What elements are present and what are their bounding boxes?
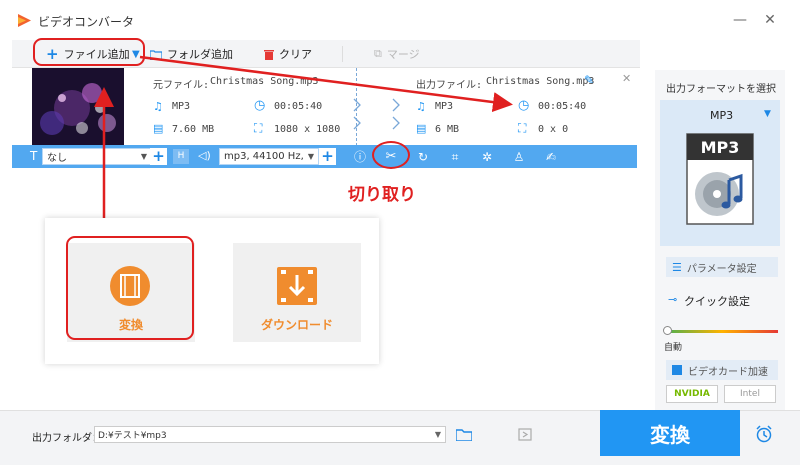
merge-label: マージ (386, 48, 420, 61)
quick-settings-icon: ⊸ (668, 293, 678, 306)
nvidia-badge: NVIDIA (666, 385, 718, 403)
alarm-clock-icon[interactable] (755, 425, 773, 443)
close-button[interactable]: ✕ (762, 12, 778, 28)
info-icon[interactable]: ⓘ (352, 149, 368, 165)
subtitle-dropdown-icon: ▼ (140, 152, 147, 161)
audio-track-select[interactable]: mp3, 44100 Hz, ▼ (219, 148, 319, 165)
add-folder-label: フォルダ追加 (167, 48, 233, 61)
source-format: MP3 (172, 101, 191, 112)
output-audio-format-icon: ♫ (416, 100, 426, 113)
minimize-button[interactable]: — (732, 12, 748, 28)
output-resolution-icon: ⛶ (518, 121, 527, 135)
source-resolution: 1080 x 1080 (274, 124, 341, 135)
scissors-highlight (372, 141, 410, 169)
output-format-selector[interactable]: MP3 ▼ MP3 (660, 100, 780, 246)
convert-button-label: 変換 (650, 422, 690, 447)
subtitle-icon: T (30, 149, 38, 163)
download-tile[interactable]: ダウンロード (233, 243, 361, 342)
arrow-right-icon (353, 98, 361, 130)
output-folder-label: 出力フォルダ： (32, 433, 102, 444)
audio-format-icon: ♫ (153, 100, 163, 113)
open-output-icon[interactable] (518, 428, 532, 441)
add-audio-button[interactable]: + (319, 148, 336, 165)
resolution-icon: ⛶ (254, 121, 263, 135)
download-tile-label: ダウンロード (260, 318, 333, 332)
subtitle-edit-icon[interactable]: ✍ (543, 149, 559, 165)
quick-settings-slider-thumb[interactable] (663, 326, 672, 335)
folder-dropdown-icon: ▼ (434, 430, 441, 439)
output-resolution: 0 x 0 (538, 124, 569, 135)
gpu-accel-label: ビデオカード加速 (688, 366, 768, 378)
gpu-chip-icon (672, 365, 682, 375)
clear-label: クリア (279, 48, 312, 61)
title-bar: ビデオコンバータ — ✕ (0, 0, 800, 38)
file-size-icon: ▤ (153, 122, 164, 135)
folder-icon (150, 49, 162, 60)
selected-format: MP3 (710, 109, 734, 122)
clock-icon: ◷ (254, 98, 266, 113)
output-size: 6 MB (435, 124, 460, 135)
download-film-icon (277, 267, 317, 305)
edit-pencil-icon[interactable]: ✎ (584, 73, 594, 87)
output-format-title: 出力フォーマットを選択 (666, 84, 776, 95)
h-toggle-label: H (177, 151, 185, 161)
video-thumbnail[interactable] (12, 68, 124, 145)
app-logo-icon (18, 14, 31, 27)
gpu-accel-button[interactable]: ビデオカード加速 (666, 360, 778, 380)
output-clock-icon: ◷ (518, 98, 530, 113)
toolbar-divider (342, 46, 343, 62)
subtitle-select[interactable]: なし ▼ (42, 148, 152, 165)
output-format: MP3 (435, 101, 454, 112)
quick-settings-label: クイック設定 (684, 295, 750, 308)
sliders-icon: ☰ (672, 260, 682, 274)
source-size: 7.60 MB (172, 124, 215, 135)
remove-file-icon[interactable]: ✕ (622, 72, 631, 85)
source-file-label: 元ファイル: (153, 80, 210, 91)
source-duration: 00:05:40 (274, 101, 323, 112)
trash-icon (264, 49, 274, 60)
window-title: ビデオコンバータ (38, 15, 135, 29)
add-folder-button[interactable]: フォルダ追加 (150, 45, 233, 63)
arrow-right-icon-2 (392, 98, 400, 130)
subtitle-value: なし (47, 153, 67, 164)
quick-settings-auto: 自動 (664, 343, 683, 353)
speaker-icon: ◁) (198, 149, 211, 162)
audio-track-value: mp3, 44100 Hz, (224, 151, 304, 162)
merge-button[interactable]: ⧉ マージ (374, 45, 420, 63)
param-settings-label: パラメータ設定 (686, 263, 757, 275)
clear-button[interactable]: クリア (264, 45, 312, 63)
h-toggle[interactable]: H (173, 149, 189, 164)
thumbnail-bokeh-image (12, 68, 124, 145)
crop-icon[interactable]: ⌗ (447, 149, 463, 165)
param-settings-button[interactable]: ☰ パラメータ設定 (666, 257, 778, 277)
output-duration: 00:05:40 (538, 101, 587, 112)
output-file-size-icon: ▤ (416, 122, 427, 135)
convert-button[interactable]: 変換 (600, 410, 740, 456)
rotate-icon[interactable]: ↻ (415, 149, 431, 165)
cut-annotation-label: 切り取り (348, 185, 416, 205)
watermark-icon[interactable]: ♙ (511, 149, 527, 165)
merge-icon: ⧉ (374, 47, 382, 60)
format-dropdown-icon: ▼ (764, 109, 771, 119)
quick-settings-slider[interactable] (666, 330, 778, 333)
output-folder-value: D:¥テスト¥mp3 (98, 431, 167, 441)
intel-badge: Intel (724, 385, 776, 403)
add-subtitle-button[interactable]: + (150, 148, 167, 165)
output-file-name: Christmas Song.mp3 (486, 76, 595, 87)
output-folder-input[interactable]: D:¥テスト¥mp3 ▼ (94, 426, 446, 443)
convert-tile-highlight (66, 236, 194, 340)
edit-strip: T なし ▼ + H ◁) mp3, 44100 Hz, ▼ + ⓘ ✂ ↻ ⌗… (12, 145, 637, 168)
effects-icon[interactable]: ✲ (479, 149, 495, 165)
audio-dropdown-icon: ▼ (307, 152, 314, 161)
output-file-label: 出力ファイル: (416, 80, 483, 91)
add-file-highlight (33, 38, 145, 66)
browse-folder-icon[interactable] (456, 428, 472, 441)
app-window: ビデオコンバータ — ✕ + ファイル追加 ▼ フォルダ追加 クリア ⧉ マージ (0, 0, 800, 465)
source-file-name: Christmas Song.mp3 (210, 76, 319, 87)
mp3-icon-text: MP3 (700, 138, 740, 157)
